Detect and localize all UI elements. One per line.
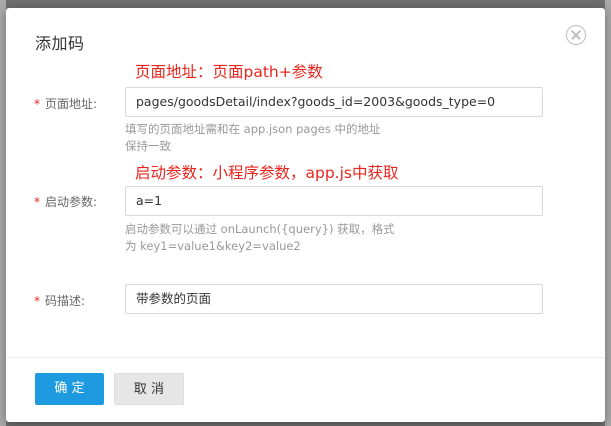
close-circle-icon[interactable]	[566, 25, 586, 45]
launch-params-help-line1: 启动参数可以通过 onLaunch({query}) 获取，格式	[125, 222, 395, 236]
required-mark: *	[34, 195, 40, 209]
launch-params-annotation: 启动参数：小程序参数，app.js中获取	[135, 164, 399, 182]
required-mark: *	[34, 97, 40, 111]
launch-params-help: 启动参数可以通过 onLaunch({query}) 获取，格式 为 key1=…	[125, 221, 395, 255]
footer-divider	[6, 357, 605, 358]
page-path-help-line2: 保持一致	[125, 139, 171, 153]
page-path-label: * 页面地址:	[34, 95, 104, 112]
page-path-input[interactable]: pages/goodsDetail/index?goods_id=2003&go…	[125, 87, 543, 117]
launch-params-help-line2: 为 key1=value1&key2=value2	[125, 239, 301, 253]
launch-params-label: * 启动参数:	[34, 193, 104, 210]
launch-params-input[interactable]: a=1	[125, 186, 543, 216]
required-mark: *	[34, 294, 40, 308]
description-label-text: 码描述:	[45, 294, 86, 308]
description-input[interactable]: 带参数的页面	[125, 284, 543, 314]
page-path-help: 填写的页面地址需和在 app.json pages 中的地址 保持一致	[125, 121, 381, 155]
page-path-label-text: 页面地址:	[45, 97, 98, 111]
confirm-button[interactable]: 确 定	[35, 373, 104, 405]
add-code-dialog: 添加码 页面地址：页面path+参数 * 页面地址: pages/goodsDet…	[6, 8, 605, 422]
launch-params-label-text: 启动参数:	[45, 195, 98, 209]
cancel-button[interactable]: 取 消	[114, 373, 184, 405]
page-path-help-line1: 填写的页面地址需和在 app.json pages 中的地址	[125, 122, 381, 136]
page-path-annotation: 页面地址：页面path+参数	[135, 63, 323, 81]
description-label: * 码描述:	[34, 292, 104, 309]
backdrop-right-edge	[605, 0, 611, 426]
dialog-title: 添加码	[35, 34, 85, 53]
